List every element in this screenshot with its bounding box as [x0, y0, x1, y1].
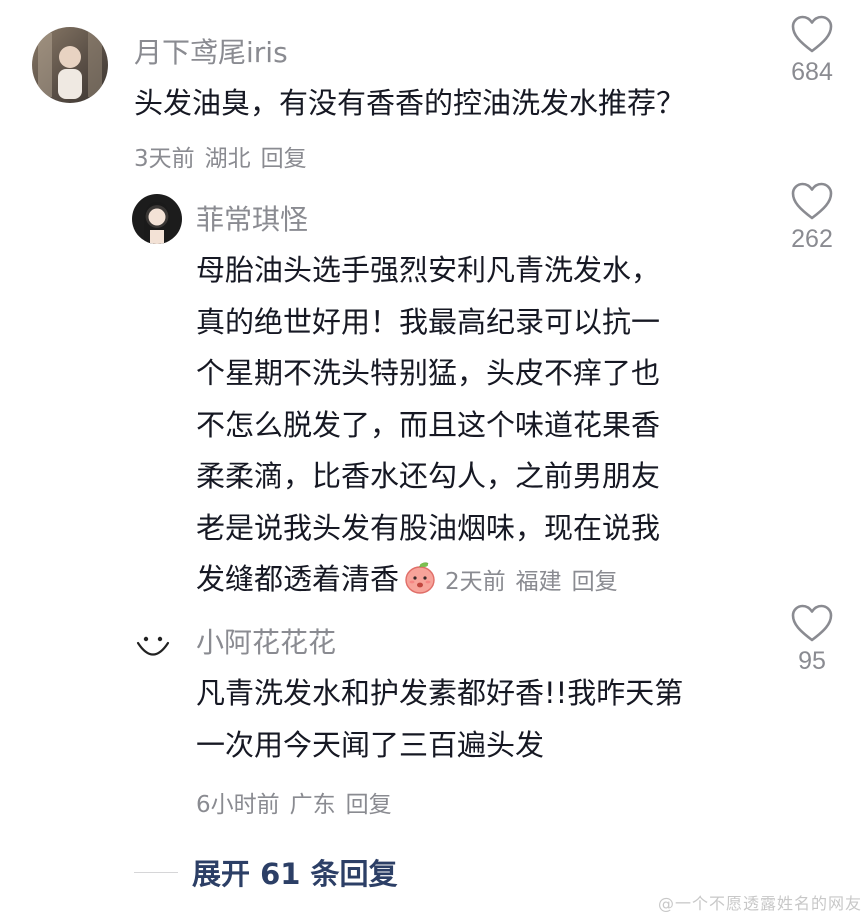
- comment-text: 母胎油头选手强烈安利凡青洗发水， 真的绝世好用！我最高纪录可以抗一 个星期不洗头…: [196, 245, 660, 609]
- comment-thread: 月下鸢尾iris 头发油臭，有没有香香的控油洗发水推荐？ 3天前 湖北 回复 684…: [0, 0, 868, 916]
- expand-replies-button[interactable]: 展开 61 条回复: [134, 852, 398, 892]
- comment-location: 湖北: [204, 146, 251, 172]
- username[interactable]: 菲常琪怪: [196, 198, 308, 238]
- comment-location: 广东: [289, 792, 336, 818]
- avatar[interactable]: [32, 27, 108, 103]
- reply-button[interactable]: 回复: [346, 792, 392, 818]
- reply-button[interactable]: 回复: [572, 569, 618, 595]
- divider: [134, 871, 178, 873]
- comment-meta: 6小时前 广东 回复: [196, 785, 402, 819]
- username[interactable]: 月下鸢尾iris: [134, 31, 288, 71]
- comment-location: 福建: [515, 569, 562, 595]
- smiley-icon: [136, 636, 170, 656]
- reply-button[interactable]: 回复: [261, 146, 307, 172]
- comment-meta: 2天前 福建 回复: [445, 569, 618, 595]
- avatar[interactable]: [134, 626, 172, 664]
- like-button[interactable]: 262: [782, 181, 842, 254]
- like-button[interactable]: 95: [782, 603, 842, 676]
- username[interactable]: 小阿花花花: [196, 621, 336, 661]
- heart-icon: [791, 182, 833, 220]
- comment-text: 凡青洗发水和护发素都好香!!我昨天第 一次用今天闻了三百遍头发: [196, 676, 684, 762]
- like-count: 684: [791, 58, 833, 86]
- peach-emoji-icon: [405, 562, 435, 594]
- heart-icon: [791, 604, 833, 642]
- like-count: 262: [791, 225, 833, 253]
- comment-meta: 3天前 湖北 回复: [134, 139, 317, 173]
- heart-icon: [791, 15, 833, 53]
- comment-text: 头发油臭，有没有香香的控油洗发水推荐？: [134, 86, 686, 120]
- last-line: 发缝都透着清香 2天前 福建 回复: [196, 562, 618, 596]
- like-button[interactable]: 684: [782, 14, 842, 87]
- expand-replies-label: 展开 61 条回复: [192, 857, 398, 891]
- comment-time: 6小时前: [196, 792, 280, 818]
- comment-time: 3天前: [134, 146, 195, 172]
- watermark: @一个不愿透露姓名的网友: [657, 894, 862, 913]
- like-count: 95: [798, 647, 826, 675]
- comment-time: 2天前: [445, 569, 506, 595]
- avatar[interactable]: [132, 194, 182, 244]
